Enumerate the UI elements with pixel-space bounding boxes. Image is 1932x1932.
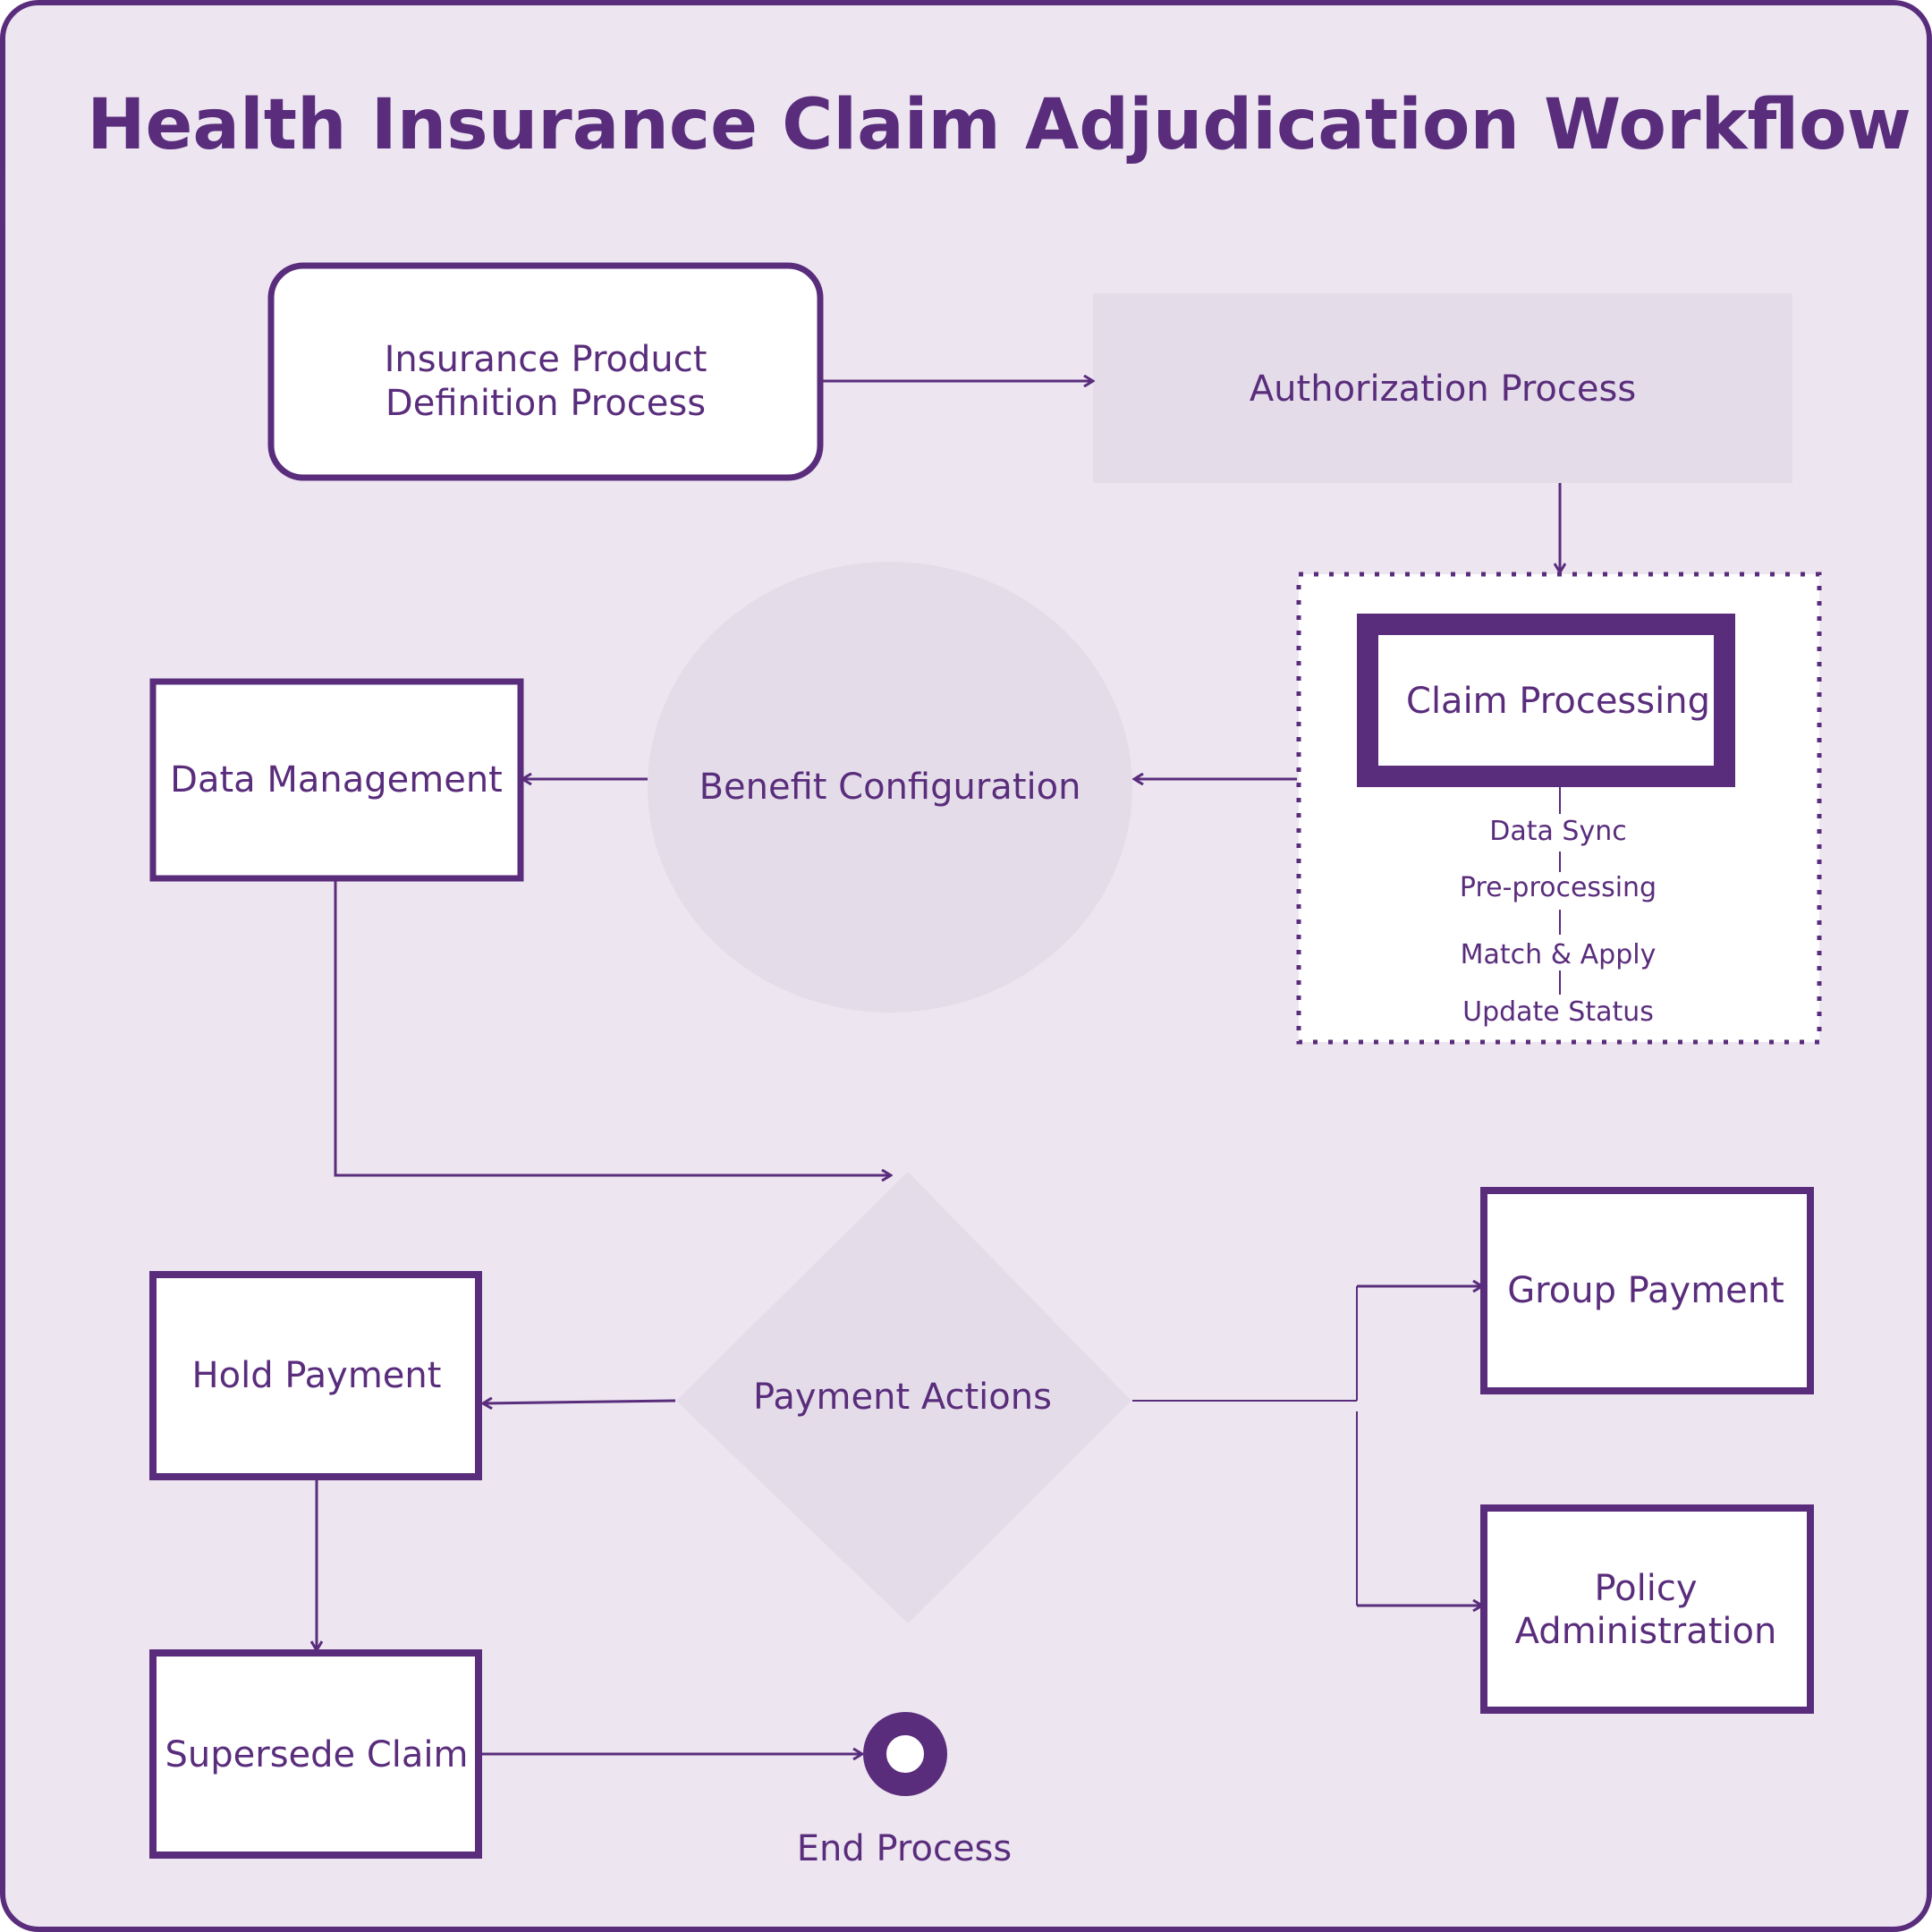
node-claim-processing[interactable]: Claim Processing	[1357, 614, 1735, 787]
node-hold-payment[interactable]: Hold Payment	[149, 1271, 482, 1480]
node-insurance-product-definition[interactable]: Insurance Product Definition Process	[267, 262, 824, 481]
node-label: Insurance Product	[385, 339, 708, 380]
node-label: Claim Processing	[1406, 681, 1710, 722]
end-event-icon	[863, 1712, 947, 1796]
sub-step-label: Data Sync	[1489, 816, 1626, 847]
node-label: Group Payment	[1507, 1270, 1784, 1311]
node-supersede-claim[interactable]: Supersede Claim	[149, 1649, 482, 1859]
node-data-management[interactable]: Data Management	[149, 678, 524, 882]
node-label: Hold Payment	[192, 1355, 442, 1396]
node-group-payment[interactable]: Group Payment	[1480, 1187, 1814, 1394]
node-label: Data Management	[170, 759, 503, 801]
node-label: Payment Actions	[753, 1377, 1052, 1418]
node-label: Administration	[1515, 1611, 1777, 1652]
node-label: Benefit Configuration	[699, 767, 1081, 808]
node-label: Authorization Process	[1250, 369, 1636, 410]
node-policy-administration[interactable]: Policy Administration	[1480, 1504, 1814, 1714]
node-authorization-process[interactable]: Authorization Process	[1093, 293, 1792, 483]
node-benefit-configuration[interactable]: Benefit Configuration	[648, 562, 1132, 1013]
sub-step-label: Match & Apply	[1461, 939, 1657, 970]
node-label: Supersede Claim	[165, 1734, 469, 1775]
sub-step-label: Update Status	[1462, 996, 1654, 1028]
sub-step-label: Pre-processing	[1460, 872, 1657, 903]
node-label: Definition Process	[386, 383, 706, 424]
workflow-diagram: Health Insurance Claim Adjudication Work…	[0, 0, 1932, 1932]
claim-processing-group: Claim Processing Data Sync Pre-processin…	[1296, 572, 1822, 1045]
node-label: End Process	[797, 1828, 1012, 1869]
node-label: Policy	[1594, 1568, 1697, 1609]
diagram-title: Health Insurance Claim Adjudication Work…	[87, 85, 1911, 165]
